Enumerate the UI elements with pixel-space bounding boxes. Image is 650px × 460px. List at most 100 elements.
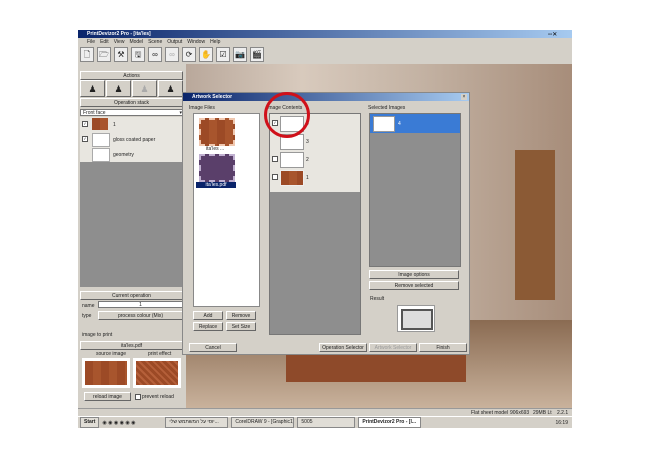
image-to-print-label: image to print: [82, 332, 113, 338]
name-input[interactable]: 1: [98, 301, 183, 308]
source-image-label: source image: [96, 351, 127, 357]
dialog-title: Artwork Selector: [183, 93, 469, 101]
menu-bar: File Edit View Model Scene Output Window Help: [78, 38, 572, 46]
add-button[interactable]: Add: [193, 311, 223, 320]
menu-model[interactable]: Model: [129, 39, 143, 45]
stack-checkbox[interactable]: ✓: [82, 121, 88, 127]
prevent-reload-checkbox[interactable]: [135, 394, 141, 400]
selected-images-label: Selected Images: [368, 105, 406, 111]
reload-image-button[interactable]: reload image: [84, 392, 131, 401]
menu-file[interactable]: File: [87, 39, 95, 45]
menu-view[interactable]: View: [114, 39, 125, 45]
menu-window[interactable]: Window: [187, 39, 205, 45]
stack-thumb: [92, 133, 110, 147]
task-item[interactable]: CorelDRAW 9 - [Graphic1]: [231, 417, 295, 428]
stack-item[interactable]: ✓ 1: [80, 117, 183, 132]
camera-rotate-icon[interactable]: ⟳: [182, 47, 196, 62]
name-label: name: [82, 303, 95, 309]
menu-output[interactable]: Output: [167, 39, 182, 45]
type-button[interactable]: process colour (Mix): [98, 311, 183, 320]
menu-scene[interactable]: Scene: [148, 39, 162, 45]
film-icon[interactable]: 🎬: [250, 47, 264, 62]
current-operation-header: Current operation: [80, 291, 183, 300]
image-file-button[interactable]: ita'les.pdf: [80, 341, 183, 350]
replace-button[interactable]: Replace: [193, 322, 223, 331]
result-label: Result: [370, 296, 385, 302]
stack-label: gloss coated paper: [113, 137, 156, 143]
print-effect-image: [136, 361, 178, 385]
content-checkbox[interactable]: [272, 174, 278, 180]
content-thumb-2[interactable]: [280, 152, 304, 168]
action-person-icon[interactable]: ♟: [106, 80, 131, 97]
content-thumb-1[interactable]: [280, 170, 304, 186]
stack-checkbox[interactable]: ✓: [82, 136, 88, 142]
save-icon[interactable]: 🖫: [131, 47, 145, 62]
cancel-button[interactable]: Cancel: [189, 343, 237, 352]
remove-button[interactable]: Remove: [226, 311, 256, 320]
quick-launch-icons[interactable]: ◉ ◉ ◉ ◉ ◉ ◉: [102, 420, 162, 426]
stack-item[interactable]: ✓ gloss coated paper: [80, 132, 183, 147]
toolbar: 🗋 🗁 ⚒ 🖫 ∞ ∞ ⟳ ✋ ☑ 📷 🎬: [80, 47, 264, 63]
selected-thumb: [373, 116, 395, 132]
check-icon[interactable]: ☑: [216, 47, 230, 62]
content-number: 1: [306, 175, 309, 181]
content-number: 2: [306, 157, 309, 163]
operation-selector-button[interactable]: Operation Selector: [319, 343, 367, 352]
camera-icon[interactable]: 📷: [233, 47, 247, 62]
stack-thumb: [92, 148, 110, 162]
remove-selected-button[interactable]: Remove selected: [369, 281, 459, 290]
print-effect-frame: [133, 358, 181, 388]
link-icon[interactable]: ∞: [148, 47, 162, 62]
taskbar: Start ◉ ◉ ◉ ◉ ◉ ◉ יוסי על המשתמש שלי... …: [78, 416, 572, 428]
content-checkbox[interactable]: [272, 156, 278, 162]
stack-label: geometry: [113, 152, 134, 158]
action-person-icon[interactable]: ♟: [158, 80, 183, 97]
actions-header: Actions: [80, 71, 183, 80]
open-icon[interactable]: 🗁: [97, 47, 111, 62]
artwork-selector-button[interactable]: Artwork Selector: [369, 343, 417, 352]
action-person-icon[interactable]: ♟: [80, 80, 105, 97]
operation-stack-list: ✓ 1 ✓ gloss coated paper geometry: [80, 117, 183, 287]
image-contents-list: ✓ 4 3 2 1: [269, 113, 361, 335]
dialog-close-icon[interactable]: ×: [461, 94, 467, 100]
task-item-active[interactable]: PrintDevizor2 Pro - [I...: [358, 417, 422, 428]
selected-number: 4: [398, 121, 401, 127]
menu-help[interactable]: Help: [210, 39, 220, 45]
image-files-list: ita'les ... ita'les.pdf: [193, 113, 260, 307]
task-item[interactable]: 5005: [297, 417, 356, 428]
print-effect-label: print effect: [148, 351, 172, 357]
actions-row: ♟ ♟ ♟ ♟: [80, 80, 183, 97]
stack-thumb: [92, 118, 108, 130]
operation-stack-header: Operation stack: [80, 98, 183, 107]
prevent-reload-label: prevent reload: [142, 394, 174, 400]
finish-button[interactable]: Finish: [419, 343, 467, 352]
selected-item[interactable]: 4: [370, 114, 460, 133]
image-options-button[interactable]: Image options: [369, 270, 459, 279]
source-image: [85, 361, 127, 385]
app-title-bar: PrintDevizor2 Pro - [ita'les]: [78, 30, 572, 38]
selected-images-list: 4: [369, 113, 461, 267]
stack-item[interactable]: geometry: [80, 147, 183, 162]
result-thumb: [401, 309, 433, 330]
menu-edit[interactable]: Edit: [100, 39, 109, 45]
result-preview: [397, 305, 435, 332]
hand-icon[interactable]: ✋: [199, 47, 213, 62]
file-name[interactable]: ita'les ...: [206, 146, 224, 152]
file-thumb[interactable]: [199, 154, 235, 182]
source-image-frame: [82, 358, 130, 388]
left-panel: Actions ♟ ♟ ♟ ♟ Operation stack Front face ▾…: [78, 64, 185, 406]
set-size-button[interactable]: Set Size: [226, 322, 256, 331]
start-button[interactable]: Start: [80, 417, 100, 428]
window-controls[interactable]: ▫▫✕: [548, 31, 557, 38]
file-name-selected[interactable]: ita'les.pdf: [196, 182, 236, 188]
stack-label: 1: [113, 122, 116, 128]
file-thumb[interactable]: [199, 118, 235, 146]
unlink-icon[interactable]: ∞: [165, 47, 179, 62]
artwork-selector-dialog: Artwork Selector × Image Files ita'les .…: [182, 92, 470, 355]
action-person-icon[interactable]: ♟: [132, 80, 157, 97]
face-select[interactable]: Front face ▾: [80, 109, 183, 116]
clock: 16:19: [555, 419, 568, 426]
tools-icon[interactable]: ⚒: [114, 47, 128, 62]
new-icon[interactable]: 🗋: [80, 47, 94, 62]
task-item[interactable]: יוסי על המשתמש שלי...: [165, 417, 229, 428]
